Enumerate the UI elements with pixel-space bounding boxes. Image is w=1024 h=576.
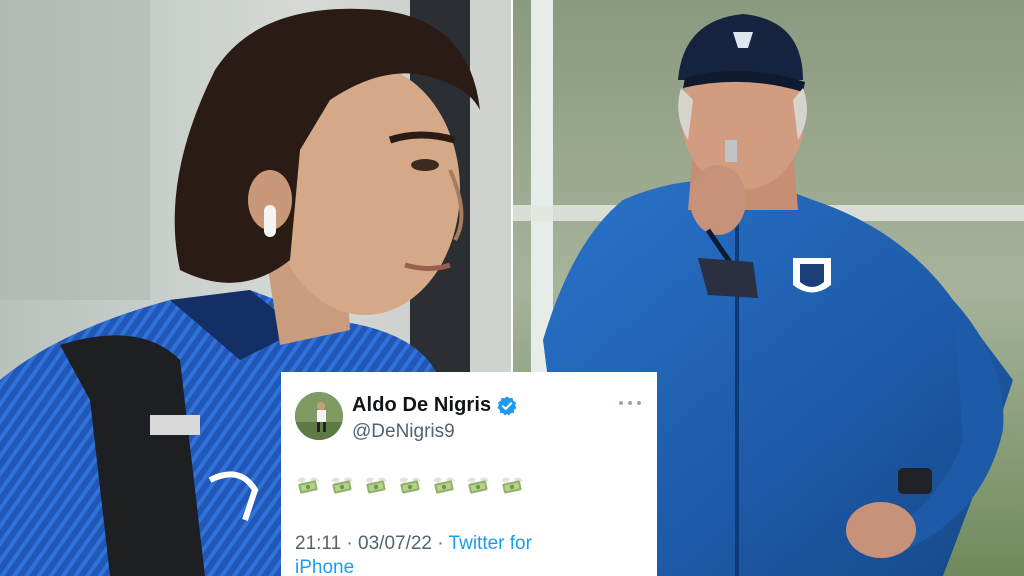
tweet-text [295, 471, 643, 501]
tweet-source-overflow[interactable]: iPhone [295, 557, 643, 576]
more-options-icon[interactable] [619, 398, 641, 408]
tweet-source-link[interactable]: Twitter for [449, 533, 532, 554]
more-dot [628, 401, 632, 405]
money-with-wings-icon [363, 471, 389, 497]
user-handle[interactable]: @DeNigris9 [352, 421, 518, 443]
avatar[interactable] [295, 392, 343, 440]
tweet-card[interactable]: Aldo De Nigris @DeNigris9 21:11 · 03/07/… [281, 372, 657, 576]
more-dot [637, 401, 641, 405]
display-name[interactable]: Aldo De Nigris [352, 394, 491, 417]
money-with-wings-icon [499, 471, 525, 497]
tweet-meta: 21:11 · 03/07/22 · Twitter for [295, 533, 643, 555]
tweet-author: Aldo De Nigris @DeNigris9 [352, 394, 518, 443]
display-name-row: Aldo De Nigris [352, 394, 518, 417]
verified-badge-icon [496, 395, 518, 417]
money-with-wings-icon [295, 471, 321, 497]
meta-separator: · [346, 533, 353, 554]
money-with-wings-icon [431, 471, 457, 497]
avatar-image [295, 392, 343, 440]
tweet-date[interactable]: 03/07/22 [358, 533, 432, 554]
money-with-wings-icon [397, 471, 423, 497]
meta-separator: · [437, 533, 444, 554]
money-with-wings-icon [465, 471, 491, 497]
money-with-wings-icon [329, 471, 355, 497]
tweet-time[interactable]: 21:11 [295, 533, 341, 554]
more-dot [619, 401, 623, 405]
tweet-header: Aldo De Nigris @DeNigris9 [295, 392, 643, 443]
